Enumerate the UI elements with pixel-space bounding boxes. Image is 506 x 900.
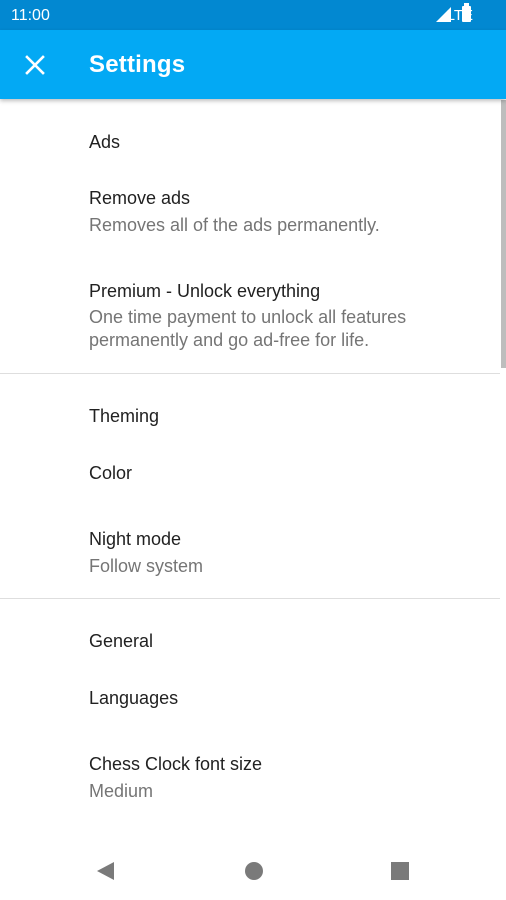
pref-premium[interactable]: Premium - Unlock everything One time pay… [0, 261, 500, 371]
pref-summary: Removes all of the ads permanently. [89, 215, 380, 235]
pref-title: Remove ads [89, 188, 191, 208]
pref-languages[interactable]: Languages [0, 664, 500, 734]
pref-title: Color [89, 463, 133, 483]
pref-font-size[interactable]: Chess Clock font size Medium [0, 736, 500, 822]
status-bar: 11:00 LTE [0, 0, 506, 30]
battery-icon [462, 3, 471, 22]
back-icon[interactable] [97, 862, 114, 880]
section-header-general: General [89, 631, 154, 651]
pref-remove-ads[interactable]: Remove ads Removes all of the ads perman… [0, 171, 500, 251]
pref-title: Languages [89, 688, 179, 708]
settings-list[interactable]: Ads Remove ads Removes all of the ads pe… [0, 99, 506, 829]
divider [0, 373, 500, 374]
pref-summary: One time payment to unlock all features … [89, 307, 407, 350]
pref-summary: Medium [89, 781, 154, 801]
section-header-ads: Ads [89, 132, 121, 152]
pref-title: Premium - Unlock everything [89, 281, 321, 301]
close-button[interactable] [14, 44, 56, 86]
app-bar: Settings [0, 30, 506, 99]
pref-title: Night mode [89, 529, 182, 549]
signal-icon [436, 7, 451, 22]
pref-title: Chess Clock font size [89, 754, 263, 774]
recents-icon[interactable] [391, 862, 409, 880]
section-header-theming: Theming [89, 406, 160, 426]
status-time: 11:00 [11, 7, 50, 24]
home-icon[interactable] [245, 862, 263, 880]
pref-color[interactable]: Color [0, 439, 500, 509]
navigation-bar [0, 830, 506, 900]
divider [0, 598, 500, 599]
pref-night-mode[interactable]: Night mode Follow system [0, 511, 500, 597]
page-title: Settings [89, 51, 186, 78]
pref-summary: Follow system [89, 556, 204, 576]
close-icon [25, 55, 45, 75]
scrollbar[interactable] [501, 100, 506, 368]
